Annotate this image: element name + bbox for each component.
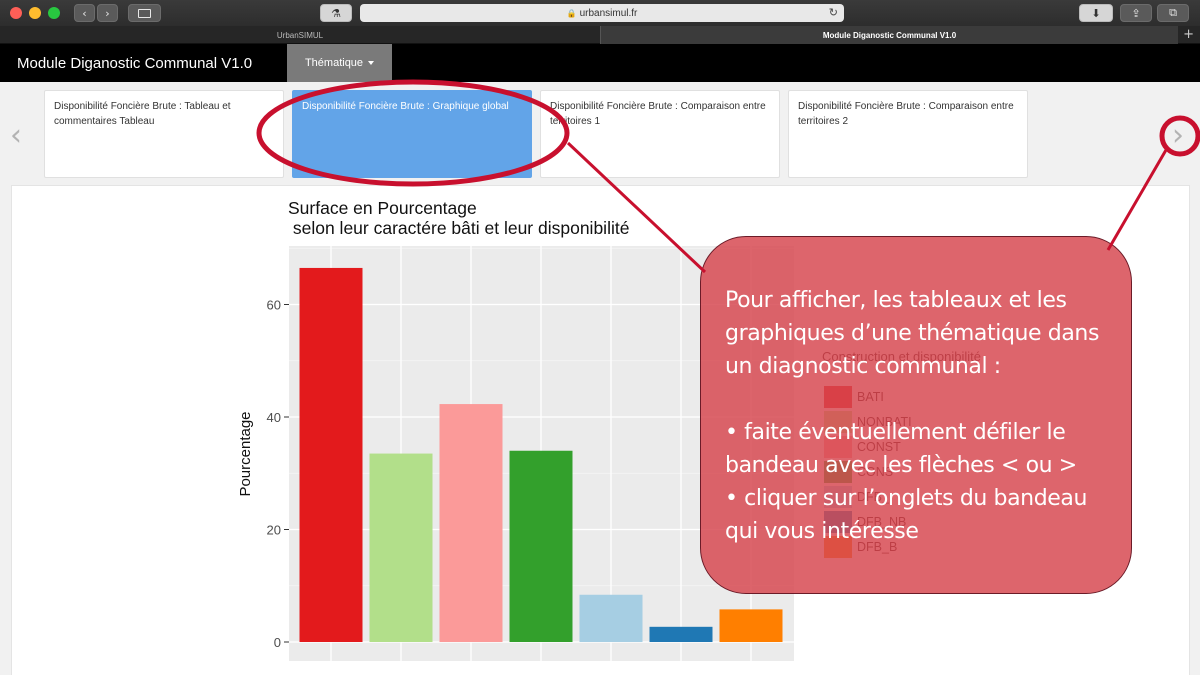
callout-bullet-1: • faite éventuellement défiler le bandea…: [725, 420, 1077, 478]
bar-nonbati: [369, 453, 433, 642]
bar-cons_dfb: [509, 450, 573, 642]
screenshot-root: ‹ › ⚗ 🔒 urbansimul.fr ↻ ⬇ ⇪ ⧉ UrbanSIMUL…: [0, 0, 1200, 675]
bar-const: [439, 404, 503, 642]
y-axis-label: Pourcentage: [237, 411, 254, 496]
y-tick-label: 0: [274, 635, 281, 650]
bar-dfb_nb: [649, 626, 713, 642]
bar-dfb_b: [719, 609, 783, 642]
callout-intro: Pour afficher, les tableaux et les graph…: [725, 288, 1100, 379]
bar-dfb_: [579, 594, 643, 642]
y-tick-label: 40: [267, 410, 281, 425]
bar-bati: [299, 267, 363, 642]
callout-text: Pour afficher, les tableaux et les graph…: [725, 284, 1125, 548]
y-tick-label: 20: [267, 523, 281, 538]
y-tick-label: 60: [267, 298, 281, 313]
callout-bullet-2: • cliquer sur l’onglets du bandeau qui v…: [725, 486, 1088, 544]
